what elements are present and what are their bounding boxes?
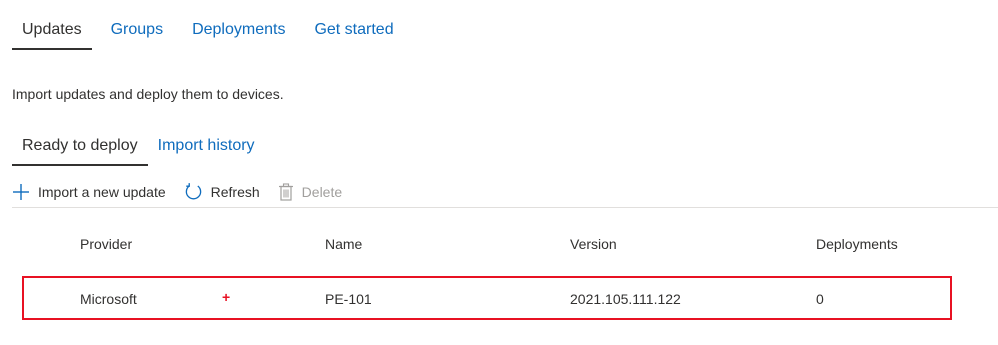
import-update-button[interactable]: Import a new update — [12, 183, 166, 201]
plus-icon — [12, 183, 30, 201]
refresh-button[interactable]: Refresh — [184, 182, 260, 201]
header-deployments[interactable]: Deployments — [816, 236, 898, 252]
trash-icon — [278, 182, 294, 201]
header-provider[interactable]: Provider — [80, 236, 132, 252]
table-row[interactable]: Microsoft + PE-101 2021.105.111.122 0 — [22, 276, 952, 320]
tab-import-history[interactable]: Import history — [148, 128, 265, 166]
table-header: Provider Name Version Deployments — [0, 236, 998, 264]
updates-page: Updates Groups Deployments Get started I… — [0, 0, 998, 345]
delete-label: Delete — [301, 183, 343, 200]
toolbar: Import a new update Refresh Delete — [12, 176, 998, 208]
import-update-label: Import a new update — [38, 183, 166, 200]
tab-get-started[interactable]: Get started — [304, 12, 403, 50]
highlight-marker: + — [222, 289, 231, 305]
refresh-icon — [184, 182, 203, 201]
cell-name[interactable]: PE-101 — [325, 291, 372, 307]
header-version[interactable]: Version — [570, 236, 617, 252]
cell-provider: Microsoft — [80, 291, 137, 307]
cell-deployments: 0 — [816, 291, 824, 307]
top-tab-bar: Updates Groups Deployments Get started — [12, 12, 413, 50]
delete-button[interactable]: Delete — [278, 182, 343, 201]
header-name[interactable]: Name — [325, 236, 362, 252]
tab-deployments[interactable]: Deployments — [182, 12, 295, 50]
tab-ready-to-deploy[interactable]: Ready to deploy — [12, 128, 148, 166]
refresh-label: Refresh — [210, 183, 260, 200]
cell-version: 2021.105.111.122 — [570, 291, 681, 307]
sub-tab-bar: Ready to deploy Import history — [12, 128, 265, 166]
tab-groups[interactable]: Groups — [101, 12, 173, 50]
tab-updates[interactable]: Updates — [12, 12, 92, 50]
page-description: Import updates and deploy them to device… — [12, 86, 284, 102]
